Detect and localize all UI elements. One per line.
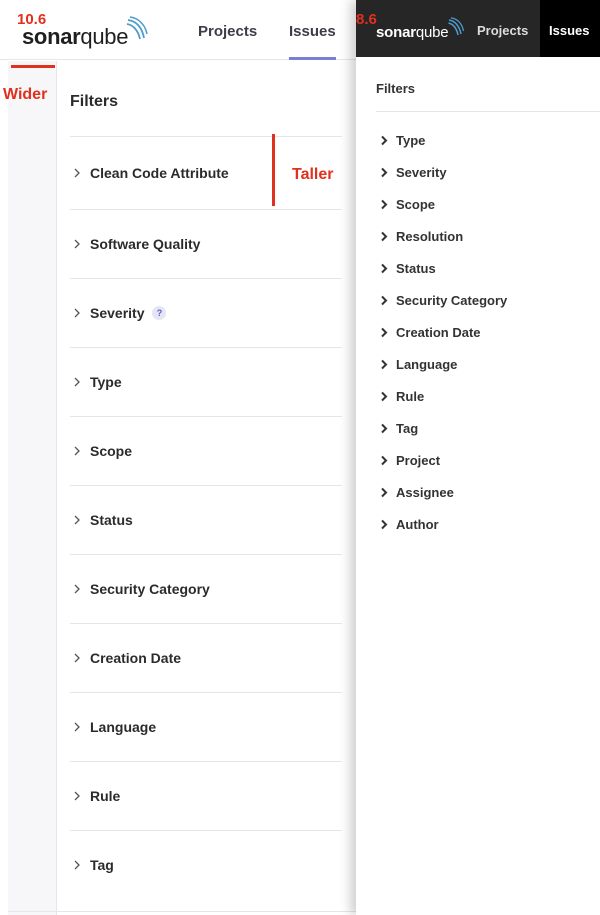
facet-label: Severity [90,305,145,321]
chevron-right-icon [70,583,90,595]
facet-label: Security Category [90,581,210,597]
facet-language[interactable]: Language [70,692,342,761]
sonarqube-10-6-panel: sonarqube Projects Issues Filters Clean … [0,0,356,915]
facet-severity[interactable]: Severity [380,156,507,188]
nav-projects[interactable]: Projects [477,0,528,57]
chevron-right-icon [380,295,396,306]
facet-label: Scope [396,196,436,212]
taller-annotation-line [272,134,275,206]
top-navbar-dark: sonarqube Projects Issues [356,0,600,57]
chevron-right-icon [70,307,90,319]
chevron-right-icon [380,455,396,466]
nav-issues[interactable]: Issues [540,0,600,57]
left-gutter [8,61,57,915]
facet-creation-date[interactable]: Creation Date [70,623,342,692]
facet-label: Assignee [396,484,454,500]
facet-label: Security Category [396,292,508,308]
taller-annotation: Taller [292,166,334,183]
facet-list: Clean Code Attribute Software Quality Seve… [70,136,342,899]
chevron-right-icon [70,652,90,664]
facet-creation-date[interactable]: Creation Date [380,316,507,348]
facet-status[interactable]: Status [380,252,507,284]
facet-type[interactable]: Type [70,347,342,416]
facet-label: Author [396,516,439,532]
chevron-right-icon [70,238,90,250]
facet-label: Resolution [396,228,464,244]
chevron-right-icon [380,231,396,242]
chevron-right-icon [70,721,90,733]
version-label-10-6: 10.6 [17,11,47,28]
top-navbar: sonarqube Projects Issues [0,0,356,60]
facet-label: Language [90,719,157,735]
chevron-right-icon [70,376,90,388]
facet-label: Status [396,260,436,276]
chevron-right-icon [380,359,396,370]
chevron-right-icon [380,423,396,434]
facet-assignee[interactable]: Assignee [380,476,507,508]
facet-label: Rule [90,788,121,804]
facet-label: Tag [90,857,114,873]
facet-resolution[interactable]: Resolution [380,220,507,252]
facet-label: Tag [396,420,419,436]
facet-status[interactable]: Status [70,485,342,554]
facet-label: Language [396,356,458,372]
chevron-right-icon [380,327,396,338]
facet-label: Project [396,452,441,468]
chevron-right-icon [380,167,396,178]
facet-security-category[interactable]: Security Category [380,284,507,316]
facet-label: Creation Date [396,324,481,340]
chevron-right-icon [380,391,396,402]
facet-type[interactable]: Type [380,124,507,156]
filters-title: Filters [376,81,416,96]
chevron-right-icon [380,135,396,146]
chevron-right-icon [70,859,90,871]
facet-author[interactable]: Author [380,508,507,540]
chevron-right-icon [380,263,396,274]
facet-rule[interactable]: Rule [70,761,342,830]
facet-label: Status [90,512,133,528]
chevron-right-icon [70,167,90,179]
sonarqube-8-6-panel: sonarqube Projects Issues Filters Type Se… [356,0,600,915]
filters-divider [376,111,600,112]
chevron-right-icon [70,514,90,526]
active-tab-indicator [289,57,336,60]
facet-label: Type [396,132,426,148]
facet-label: Type [90,374,122,390]
nav-projects[interactable]: Projects [198,0,257,60]
nav-issues[interactable]: Issues [289,0,336,60]
filters-title: Filters [70,93,119,110]
wider-annotation: Wider [3,86,48,103]
facet-scope[interactable]: Scope [380,188,507,220]
facet-label: Rule [396,388,425,404]
logo-text: sonarqube [376,24,449,41]
facet-security-category[interactable]: Security Category [70,554,342,623]
wider-annotation-line [11,65,55,68]
facet-tag[interactable]: Tag [70,830,342,899]
bottom-divider [8,911,356,912]
version-label-8-6: 8.6 [356,11,377,28]
facet-rule[interactable]: Rule [380,380,507,412]
chevron-right-icon [380,199,396,210]
nav-issues-label: Issues [289,23,336,40]
facet-label: Severity [396,164,447,180]
chevron-right-icon [70,790,90,802]
facet-label: Creation Date [90,650,182,666]
facet-project[interactable]: Project [380,444,507,476]
logo-waves-icon [126,16,148,40]
logo-waves-icon [448,17,464,36]
facet-label: Scope [90,443,133,459]
facet-label: Software Quality [90,236,201,252]
facet-label: Clean Code Attribute [90,165,229,181]
chevron-right-icon [70,445,90,457]
facet-severity[interactable]: Severity? [70,278,342,347]
facet-scope[interactable]: Scope [70,416,342,485]
facet-tag[interactable]: Tag [380,412,507,444]
help-icon[interactable]: ? [152,306,167,320]
facet-language[interactable]: Language [380,348,507,380]
facet-software-quality[interactable]: Software Quality [70,209,342,278]
facet-list: Type Severity Scope Resolution Status Securit… [380,124,507,540]
chevron-right-icon [380,519,396,530]
chevron-right-icon [380,487,396,498]
